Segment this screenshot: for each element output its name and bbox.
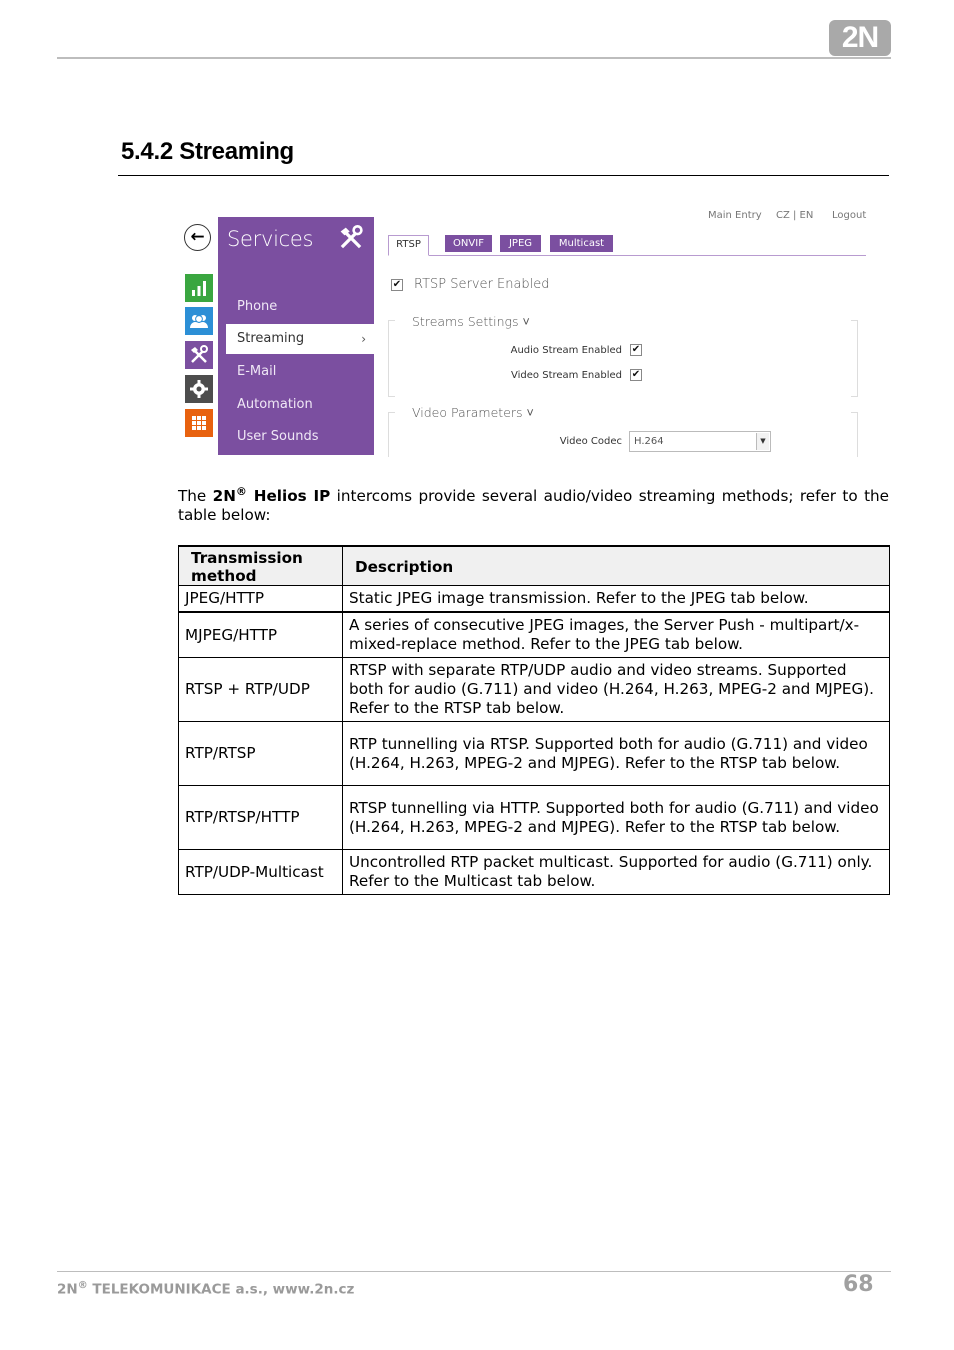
module-status-button[interactable] bbox=[185, 274, 213, 302]
description-cell: A series of consecutive JPEG images, the… bbox=[342, 611, 890, 658]
description-cell: Uncontrolled RTP packet multicast. Suppo… bbox=[342, 849, 890, 895]
company-logo: 2N bbox=[829, 20, 891, 56]
table-row: RTP/RTSP/HTTP RTSP tunnelling via HTTP. S… bbox=[178, 785, 890, 850]
table-row: JPEG/HTTP Static JPEG image transmission.… bbox=[178, 585, 890, 613]
description-cell: RTP tunnelling via RTSP. Supported both … bbox=[342, 721, 890, 786]
title-underline bbox=[118, 175, 889, 176]
language-switch-link[interactable]: CZ | EN bbox=[776, 210, 813, 221]
rtsp-server-enabled-checkbox[interactable]: ✔ bbox=[391, 279, 403, 291]
footer-company: 2N® TELEKOMUNIKACE a.s., www.2n.cz bbox=[57, 1280, 355, 1298]
rtsp-server-enabled-label: RTSP Server Enabled bbox=[414, 277, 550, 292]
header-divider bbox=[57, 57, 891, 59]
streams-settings-toggle[interactable]: Streams Settings ˅ bbox=[412, 314, 530, 329]
streaming-tabs: RTSP ONVIF JPEG Multicast bbox=[388, 235, 866, 256]
intro-prefix: The bbox=[178, 487, 213, 505]
logout-link[interactable]: Logout bbox=[832, 210, 866, 221]
method-cell: MJPEG/HTTP bbox=[178, 611, 343, 658]
dropdown-arrow-icon[interactable]: ▼ bbox=[756, 433, 769, 450]
video-codec-label: Video Codec bbox=[559, 436, 622, 447]
tab-onvif[interactable]: ONVIF bbox=[445, 235, 492, 252]
tools-icon bbox=[191, 345, 208, 363]
method-cell: JPEG/HTTP bbox=[178, 585, 343, 613]
table-row: MJPEG/HTTP A series of consecutive JPEG i… bbox=[178, 611, 890, 658]
services-menu: Services Phone Streaming › E-Mail Automa… bbox=[218, 217, 374, 455]
menu-item-phone[interactable]: Phone bbox=[226, 292, 374, 322]
tools-icon bbox=[340, 225, 363, 249]
footer-divider bbox=[57, 1271, 891, 1272]
tab-multicast[interactable]: Multicast bbox=[550, 235, 613, 252]
audio-stream-label: Audio Stream Enabled bbox=[510, 345, 622, 356]
video-stream-label: Video Stream Enabled bbox=[511, 370, 622, 381]
video-parameters-toggle[interactable]: Video Parameters ˅ bbox=[412, 405, 534, 420]
method-cell: RTP/RTSP/HTTP bbox=[178, 785, 343, 850]
menu-item-email[interactable]: E-Mail bbox=[226, 357, 374, 387]
module-directory-button[interactable] bbox=[185, 307, 213, 335]
description-cell: Static JPEG image transmission. Refer to… bbox=[342, 585, 890, 613]
module-services-button[interactable] bbox=[185, 341, 213, 369]
description-cell: RTSP tunnelling via HTTP. Supported both… bbox=[342, 785, 890, 850]
audio-stream-enabled-checkbox[interactable]: ✔ bbox=[630, 344, 642, 356]
streams-settings-group bbox=[388, 320, 858, 397]
method-cell: RTP/RTSP bbox=[178, 721, 343, 786]
module-settings-button[interactable] bbox=[185, 375, 213, 403]
video-codec-select[interactable]: H.264 ▼ bbox=[629, 431, 771, 452]
column-header-method: Transmission method bbox=[178, 545, 343, 586]
section-title: 5.4.2 Streaming bbox=[121, 138, 294, 165]
brand-name: 2N® Helios IP bbox=[212, 484, 331, 505]
intro-paragraph: The 2N® Helios IP intercoms provide seve… bbox=[178, 484, 889, 525]
column-header-description: Description bbox=[342, 545, 890, 586]
bar-chart-icon bbox=[192, 281, 206, 296]
tab-jpeg[interactable]: JPEG bbox=[500, 235, 541, 252]
video-codec-value: H.264 bbox=[634, 436, 664, 447]
main-entry-link[interactable]: Main Entry bbox=[708, 210, 762, 221]
table-row: RTP/UDP-Multicast Uncontrolled RTP packet… bbox=[178, 849, 890, 895]
table-row: RTP/RTSP RTP tunnelling via RTSP. Support… bbox=[178, 721, 890, 786]
menu-item-automation[interactable]: Automation bbox=[226, 390, 374, 420]
table-row: RTSP + RTP/UDP RTSP with separate RTP/UDP… bbox=[178, 657, 890, 722]
web-ui-screenshot: ← Services Phone Streaming › E-Mail Auto… bbox=[178, 200, 878, 460]
video-stream-enabled-checkbox[interactable]: ✔ bbox=[630, 369, 642, 381]
method-cell: RTP/UDP-Multicast bbox=[178, 849, 343, 895]
tab-rtsp[interactable]: RTSP bbox=[388, 235, 429, 256]
menu-item-label: Streaming bbox=[237, 331, 305, 346]
grid-icon bbox=[192, 416, 206, 430]
page-number: 68 bbox=[843, 1272, 874, 1297]
method-cell: RTSP + RTP/UDP bbox=[178, 657, 343, 722]
description-cell: RTSP with separate RTP/UDP audio and vid… bbox=[342, 657, 890, 722]
table-header-row: Transmission method Description bbox=[178, 545, 890, 586]
menu-item-user-sounds[interactable]: User Sounds bbox=[226, 422, 374, 452]
back-button[interactable]: ← bbox=[184, 224, 211, 251]
users-icon bbox=[190, 315, 208, 328]
gear-icon bbox=[190, 380, 208, 398]
arrow-left-icon: ← bbox=[190, 227, 205, 247]
module-apps-button[interactable] bbox=[185, 409, 213, 437]
menu-title: Services bbox=[227, 227, 314, 251]
menu-item-streaming[interactable]: Streaming › bbox=[226, 324, 374, 354]
streaming-methods-table: Transmission method Description JPEG/HTT… bbox=[178, 545, 890, 895]
chevron-right-icon: › bbox=[361, 332, 366, 346]
